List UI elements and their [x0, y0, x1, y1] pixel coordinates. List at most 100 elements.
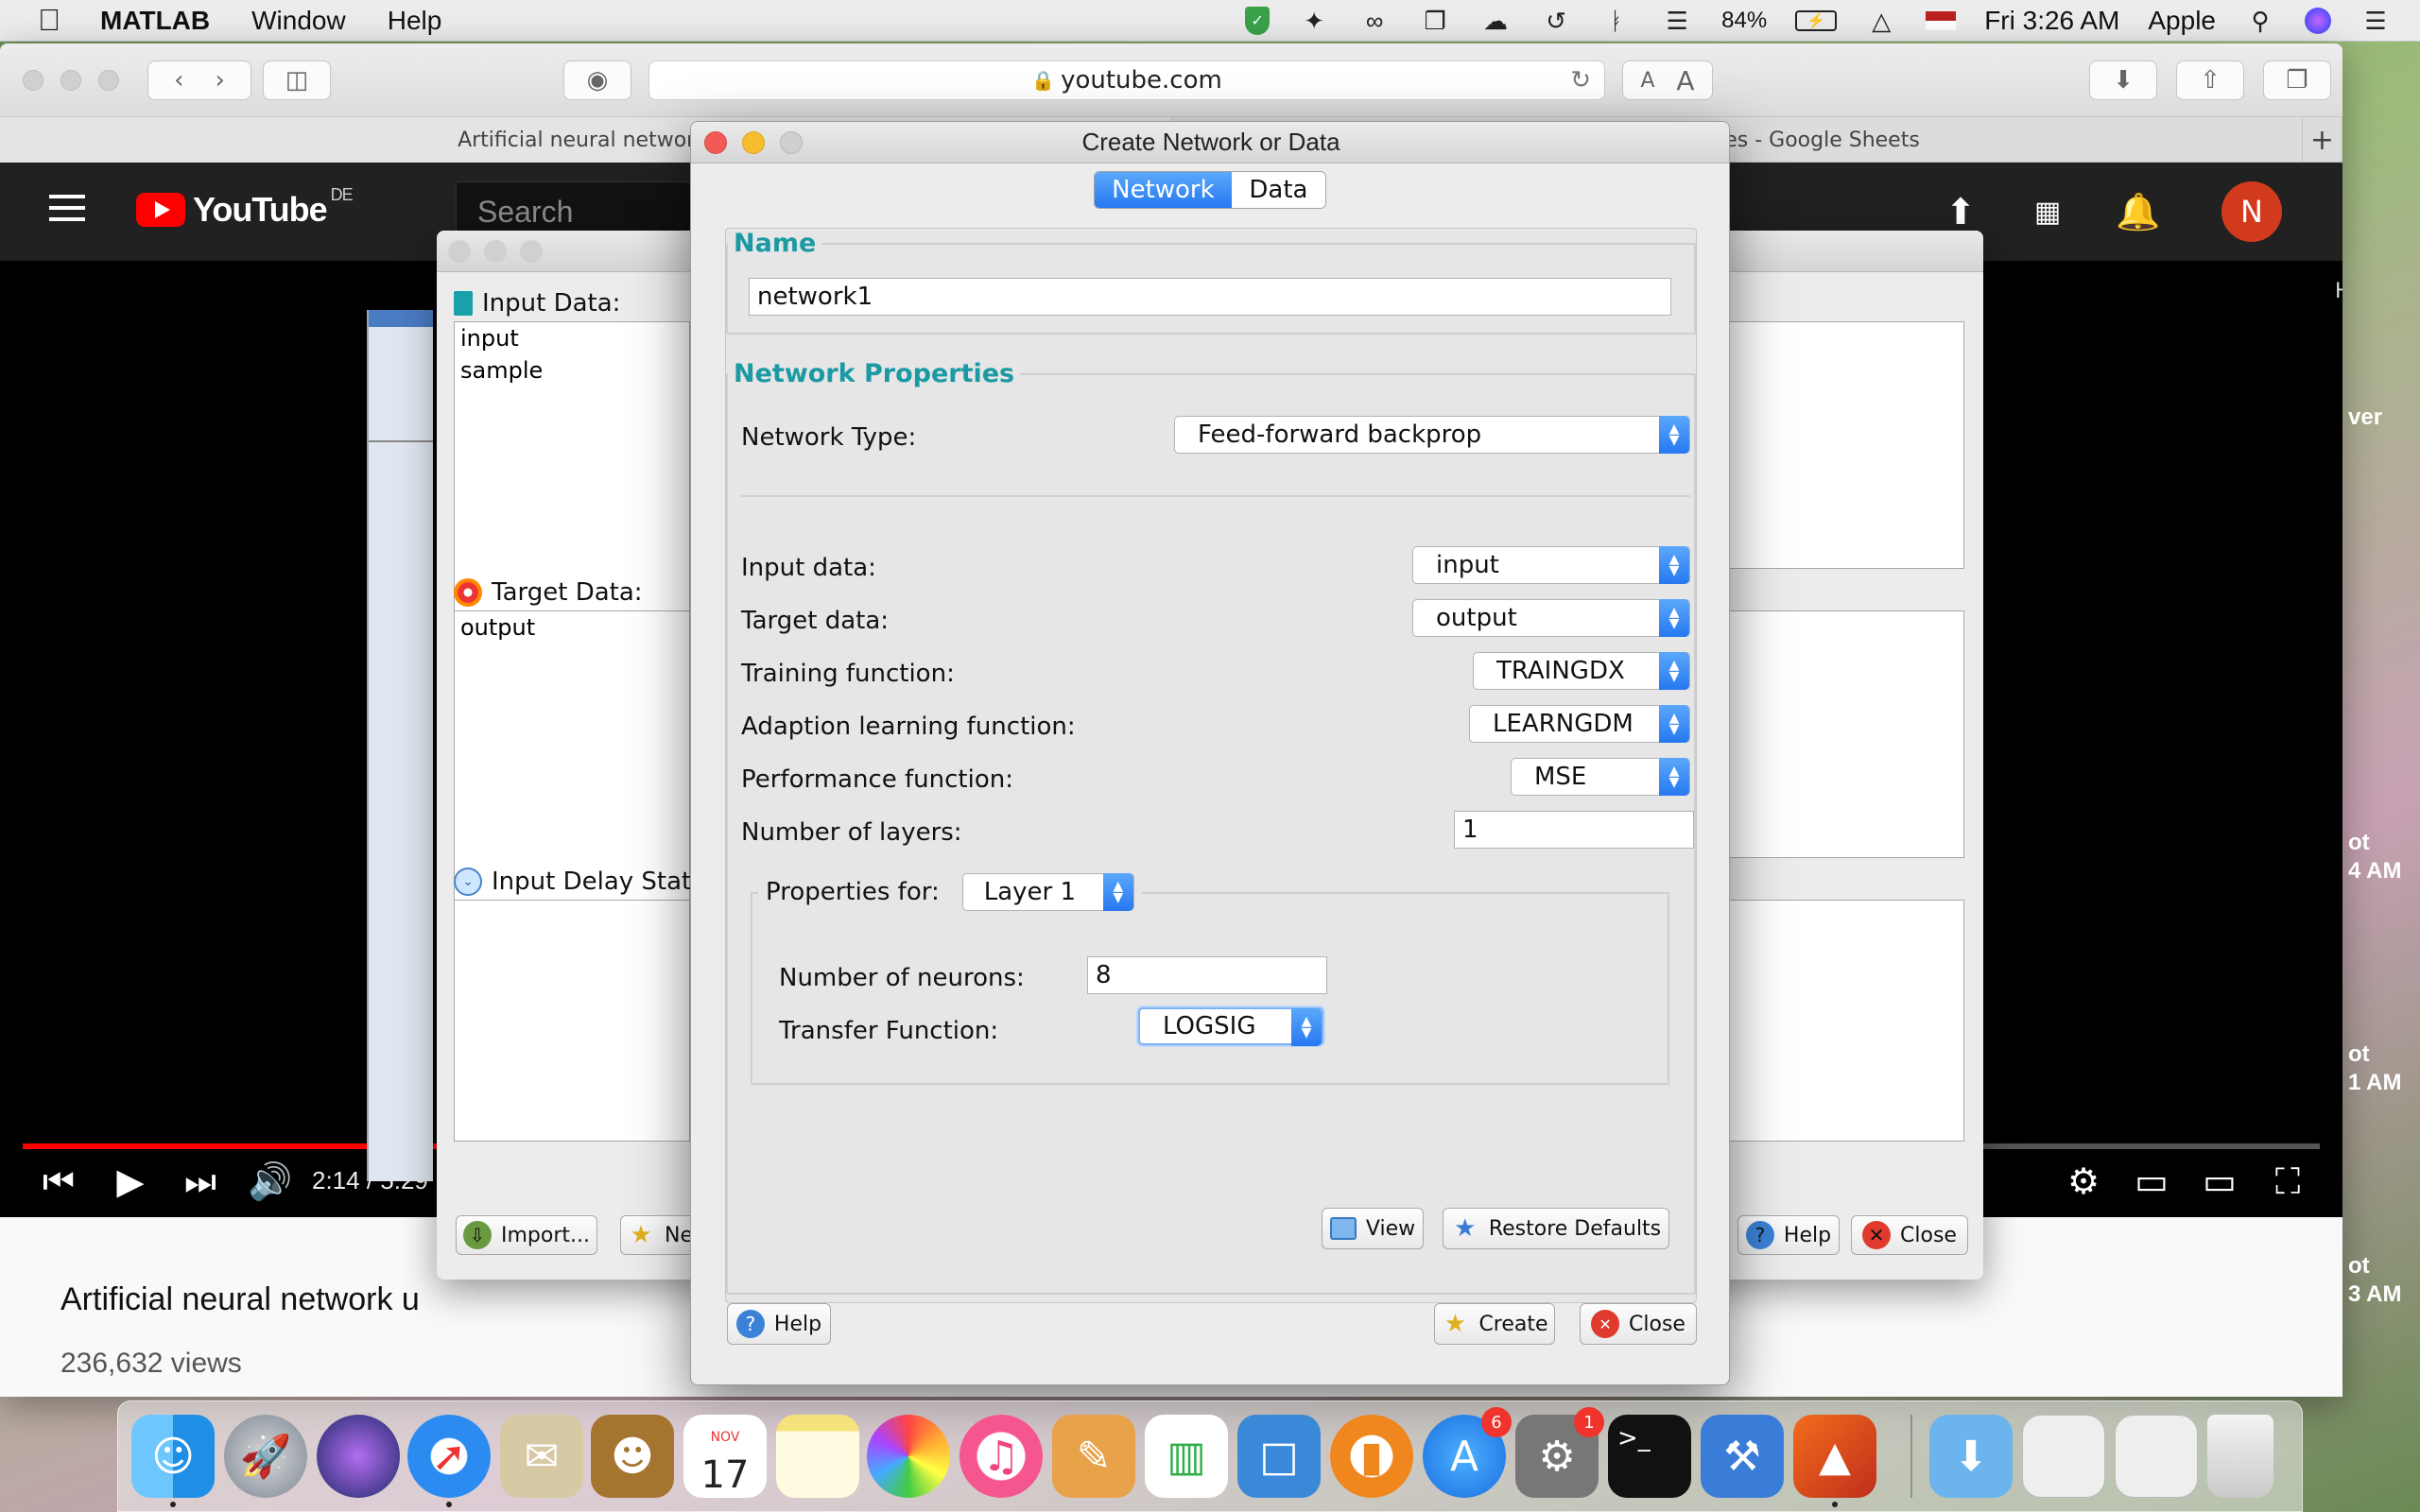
- tabs-overview-button[interactable]: ❐: [2263, 60, 2331, 100]
- spotlight-search-icon[interactable]: ⚲: [2244, 7, 2276, 35]
- share-button[interactable]: ⇧: [2176, 60, 2244, 100]
- manager-close-button[interactable]: ✕ Close: [1851, 1215, 1968, 1255]
- user-name[interactable]: Apple: [2148, 6, 2216, 36]
- itunes-icon[interactable]: ♫: [959, 1415, 1043, 1498]
- youtube-logo[interactable]: YouTube DE: [136, 185, 354, 234]
- next-icon[interactable]: ⏭: [180, 1153, 221, 1210]
- creative-cloud-icon[interactable]: ∞: [1358, 7, 1391, 35]
- font-size-buttons[interactable]: A A: [1622, 60, 1713, 100]
- wifi-icon[interactable]: ☰: [1661, 7, 1693, 35]
- battery-icon[interactable]: ⚡: [1795, 10, 1838, 31]
- minimize-window-button[interactable]: [742, 131, 765, 154]
- contacts-icon[interactable]: ☻: [591, 1415, 674, 1498]
- adaption-function-select[interactable]: LEARNGDM ▲ ▼: [1469, 705, 1690, 743]
- airplay-icon[interactable]: △: [1865, 7, 1897, 35]
- sidebar-button[interactable]: ◫: [263, 60, 331, 100]
- new-tab-button[interactable]: +: [2303, 117, 2342, 163]
- training-function-select[interactable]: TRAINGDX ▲ ▼: [1473, 652, 1690, 690]
- app-store-icon[interactable]: A6: [1423, 1407, 1512, 1498]
- launchpad-icon[interactable]: 🚀: [224, 1415, 307, 1498]
- fullscreen-icon[interactable]: ⛶: [2265, 1153, 2310, 1210]
- close-window-button[interactable]: [448, 240, 471, 263]
- cloud-icon[interactable]: ☁: [1479, 7, 1512, 35]
- window-icon[interactable]: ❐: [1419, 7, 1451, 35]
- layer-delay-list[interactable]: [1724, 900, 1964, 1142]
- settings-gear-icon[interactable]: ⚙: [2061, 1153, 2106, 1210]
- photos-icon[interactable]: [867, 1415, 950, 1498]
- performance-function-select[interactable]: MSE ▲ ▼: [1511, 758, 1690, 796]
- upload-icon[interactable]: ⬆: [1940, 191, 1981, 232]
- new-button[interactable]: ★ Ne: [620, 1215, 696, 1255]
- xcode-icon[interactable]: ⚒: [1701, 1415, 1784, 1498]
- siri-icon[interactable]: [2305, 8, 2331, 34]
- back-icon[interactable]: ‹: [174, 66, 183, 94]
- minimize-window-button[interactable]: [60, 70, 81, 91]
- screenshot-stack-icon[interactable]: [2115, 1415, 2198, 1498]
- flag-icon[interactable]: [1926, 11, 1957, 30]
- manager-help-button[interactable]: ? Help: [1737, 1215, 1840, 1255]
- apple-menu-icon[interactable]: : [38, 3, 66, 38]
- network-name-field[interactable]: network1: [749, 278, 1671, 316]
- font-larger-button[interactable]: A: [1676, 65, 1694, 96]
- calendar-icon[interactable]: NOV 17: [683, 1415, 767, 1498]
- list-item[interactable]: input: [455, 322, 689, 354]
- error-data-list[interactable]: [1724, 610, 1964, 858]
- font-smaller-button[interactable]: A: [1640, 69, 1654, 93]
- zoom-window-button[interactable]: [780, 131, 803, 154]
- address-bar[interactable]: 🔒 youtube.com ↻: [648, 60, 1605, 100]
- forward-icon[interactable]: ›: [216, 66, 225, 94]
- notes-icon[interactable]: [776, 1415, 859, 1498]
- number-of-neurons-field[interactable]: 8: [1087, 956, 1327, 994]
- list-item[interactable]: output: [455, 611, 689, 644]
- terminal-icon[interactable]: >_: [1608, 1415, 1691, 1498]
- avatar[interactable]: N: [2221, 181, 2282, 242]
- menu-window[interactable]: Window: [251, 6, 346, 36]
- input-delay-list[interactable]: [454, 900, 690, 1142]
- ibooks-icon[interactable]: ▮: [1330, 1415, 1413, 1498]
- dialog-help-button[interactable]: ? Help: [727, 1303, 831, 1345]
- airplay-video-icon[interactable]: ▭: [2195, 1153, 2244, 1210]
- menu-app-name[interactable]: MATLAB: [100, 6, 210, 36]
- number-of-layers-field[interactable]: 1: [1454, 811, 1694, 849]
- pages-icon[interactable]: ✎: [1052, 1415, 1135, 1498]
- notification-center-icon[interactable]: ☰: [2360, 7, 2392, 35]
- network-type-select[interactable]: Feed-forward backprop ▲ ▼: [1174, 416, 1690, 454]
- output-data-list[interactable]: [1724, 321, 1964, 569]
- tab-data[interactable]: Data: [1231, 172, 1325, 208]
- downloads-button[interactable]: ⬇: [2089, 60, 2157, 100]
- clock[interactable]: Fri 3:26 AM: [1984, 6, 2119, 36]
- document-stack-icon[interactable]: [2022, 1415, 2105, 1498]
- system-preferences-icon[interactable]: ⚙ 1: [1515, 1407, 1604, 1498]
- shield-icon[interactable]: ✓: [1245, 7, 1270, 35]
- layer-select[interactable]: Layer 1 ▲ ▼: [961, 873, 1134, 911]
- reload-icon[interactable]: ↻: [1570, 66, 1591, 94]
- time-machine-icon[interactable]: ↺: [1540, 7, 1572, 35]
- input-data-select[interactable]: input ▲ ▼: [1412, 546, 1690, 584]
- add-to-queue-icon[interactable]: ≡: [2193, 1385, 2225, 1397]
- transfer-function-select[interactable]: LOGSIG ▲ ▼: [1138, 1007, 1323, 1046]
- dialog-close-button[interactable]: ✕ Close: [1580, 1303, 1697, 1345]
- siri-dock-icon[interactable]: [317, 1415, 400, 1498]
- view-button[interactable]: View: [1322, 1208, 1424, 1249]
- close-window-button[interactable]: [23, 70, 43, 91]
- safari-icon[interactable]: ➚: [407, 1415, 491, 1498]
- extension-button[interactable]: ◉: [563, 60, 631, 100]
- hamburger-menu-icon[interactable]: [49, 195, 85, 221]
- theater-mode-icon[interactable]: ▭: [2129, 1153, 2174, 1210]
- trash-icon[interactable]: [2207, 1415, 2273, 1498]
- downloads-folder-icon[interactable]: ⬇: [1929, 1415, 2013, 1498]
- zoom-window-button[interactable]: [98, 70, 119, 91]
- tab-network[interactable]: Network: [1095, 172, 1232, 208]
- apps-grid-icon[interactable]: ▦: [2027, 191, 2068, 232]
- back-forward-buttons[interactable]: ‹ ›: [147, 60, 251, 100]
- keynote-icon[interactable]: □: [1237, 1415, 1321, 1498]
- previous-icon[interactable]: ⏮: [38, 1153, 79, 1210]
- numbers-icon[interactable]: ▥: [1145, 1415, 1228, 1498]
- restore-defaults-button[interactable]: ★ Restore Defaults: [1443, 1208, 1669, 1249]
- notifications-bell-icon[interactable]: 🔔: [2116, 191, 2160, 232]
- matlab-icon[interactable]: ▲: [1793, 1415, 1876, 1498]
- close-window-button[interactable]: [704, 131, 727, 154]
- import-button[interactable]: ⇩ Import...: [456, 1215, 597, 1255]
- finder-icon[interactable]: ☺: [131, 1415, 215, 1498]
- volume-icon[interactable]: 🔊: [248, 1153, 293, 1210]
